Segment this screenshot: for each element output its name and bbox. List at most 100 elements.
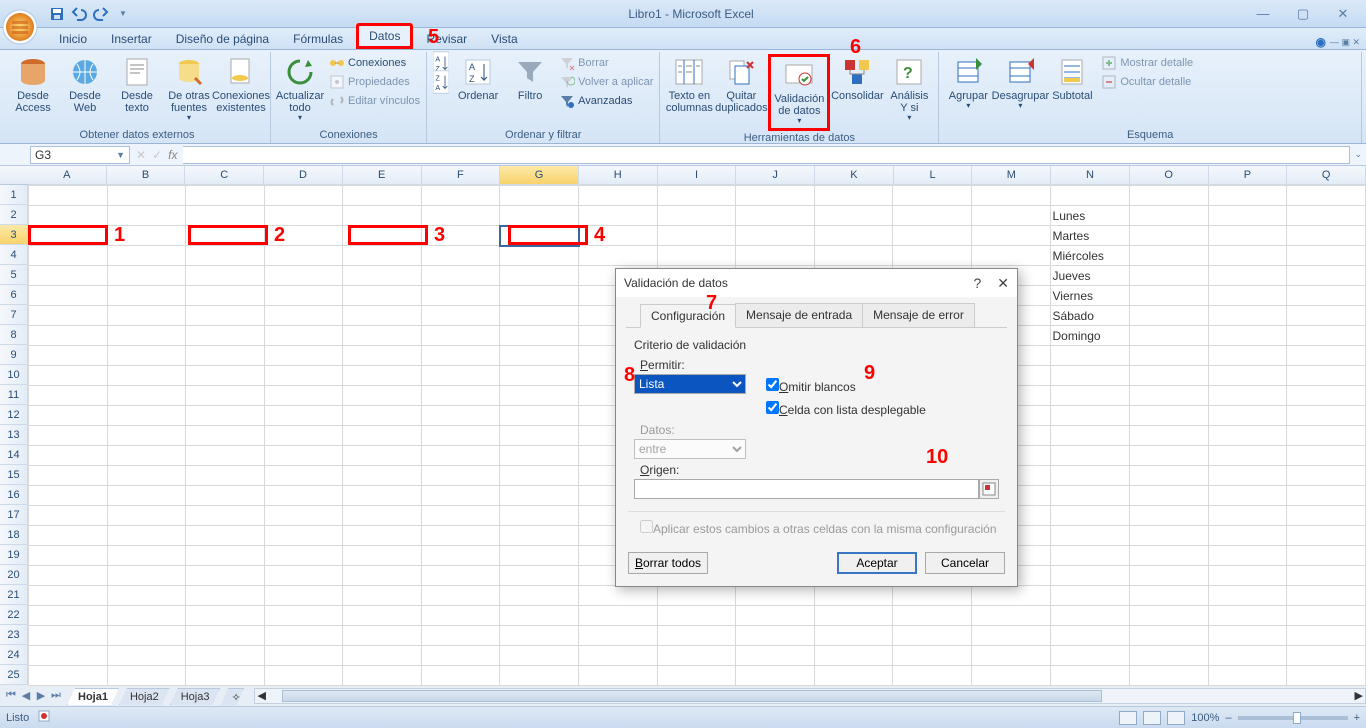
cell-O8[interactable] [1130,326,1209,346]
enter-formula-icon[interactable]: ✓ [152,148,162,162]
cell-Q12[interactable] [1287,406,1366,426]
cell-P9[interactable] [1208,346,1287,366]
tab-revisar[interactable]: Revisar [415,28,478,49]
cell-E9[interactable] [343,346,422,366]
tab-nav-last-icon[interactable]: ⏭ [49,689,63,702]
cell-H3[interactable] [579,226,658,246]
cell-F19[interactable] [421,546,500,566]
ocultar-detalle-button[interactable]: Ocultar detalle [1099,73,1195,91]
cell-Q10[interactable] [1287,366,1366,386]
tab-formulas[interactable]: Fórmulas [282,28,354,49]
dialog-tab-mensaje-entrada[interactable]: Mensaje de entrada [735,303,863,327]
column-header-O[interactable]: O [1130,166,1209,185]
cell-N15[interactable] [1050,466,1130,486]
cell-B21[interactable] [107,586,186,606]
cell-E19[interactable] [343,546,422,566]
cell-J2[interactable] [736,206,815,226]
column-header-B[interactable]: B [107,166,186,185]
mostrar-detalle-button[interactable]: Mostrar detalle [1099,54,1195,72]
tab-nav-first-icon[interactable]: ⏮ [4,689,18,702]
permitir-select[interactable]: Lista [634,374,746,394]
cell-C23[interactable] [186,626,265,646]
cell-A20[interactable] [29,566,108,586]
cell-E17[interactable] [343,506,422,526]
qat-customize-icon[interactable]: ▼ [114,5,132,23]
cell-N17[interactable] [1050,506,1130,526]
cell-D1[interactable] [264,186,343,206]
cell-N16[interactable] [1050,486,1130,506]
row-header-13[interactable]: 13 [0,425,28,445]
cell-N6[interactable]: Viernes [1050,286,1130,306]
cell-N19[interactable] [1050,546,1130,566]
cell-C19[interactable] [186,546,265,566]
cell-O5[interactable] [1130,266,1209,286]
cell-H4[interactable] [579,246,658,266]
cell-F10[interactable] [421,366,500,386]
cell-D5[interactable] [264,266,343,286]
cell-M24[interactable] [971,646,1050,666]
cell-D6[interactable] [264,286,343,306]
cell-P18[interactable] [1208,526,1287,546]
cell-C10[interactable] [186,366,265,386]
cell-G8[interactable] [500,326,579,346]
cell-L21[interactable] [893,586,972,606]
cell-C18[interactable] [186,526,265,546]
cell-O19[interactable] [1130,546,1209,566]
cell-Q4[interactable] [1287,246,1366,266]
row-header-18[interactable]: 18 [0,525,28,545]
cell-F2[interactable] [421,206,500,226]
cell-D19[interactable] [264,546,343,566]
actualizar-todo-button[interactable]: Actualizar todo▾ [275,54,325,125]
cell-G7[interactable] [500,306,579,326]
cell-E22[interactable] [343,606,422,626]
dialog-tab-mensaje-error[interactable]: Mensaje de error [862,303,975,327]
cell-A24[interactable] [29,646,108,666]
cell-I21[interactable] [657,586,736,606]
cell-E4[interactable] [343,246,422,266]
sheet-tab-hoja2[interactable]: Hoja2 [119,688,170,705]
cell-N22[interactable] [1050,606,1130,626]
cell-G13[interactable] [500,426,579,446]
analisis-ysi-button[interactable]: ?Análisis Y si▾ [884,54,934,125]
cell-L22[interactable] [893,606,972,626]
cell-N18[interactable] [1050,526,1130,546]
cell-Q18[interactable] [1287,526,1366,546]
cell-I24[interactable] [657,646,736,666]
column-header-P[interactable]: P [1209,166,1288,185]
column-header-J[interactable]: J [736,166,815,185]
cell-O3[interactable] [1130,226,1209,246]
cell-A7[interactable] [29,306,108,326]
cell-O17[interactable] [1130,506,1209,526]
cell-M2[interactable] [971,206,1050,226]
cell-A17[interactable] [29,506,108,526]
cell-D3[interactable] [264,226,343,246]
cell-K23[interactable] [814,626,893,646]
cell-G24[interactable] [500,646,579,666]
zoom-percent[interactable]: 100% [1191,712,1219,724]
cell-E18[interactable] [343,526,422,546]
zoom-out-button[interactable]: – [1225,712,1231,724]
cell-F6[interactable] [421,286,500,306]
row-header-12[interactable]: 12 [0,405,28,425]
cell-D23[interactable] [264,626,343,646]
row-header-5[interactable]: 5 [0,265,28,285]
cell-N2[interactable]: Lunes [1050,206,1130,226]
cell-E2[interactable] [343,206,422,226]
cell-P14[interactable] [1208,446,1287,466]
cell-B15[interactable] [107,466,186,486]
cell-F8[interactable] [421,326,500,346]
cell-O12[interactable] [1130,406,1209,426]
cell-C24[interactable] [186,646,265,666]
cell-K25[interactable] [814,666,893,686]
desde-access-button[interactable]: Desde Access [8,54,58,116]
row-header-22[interactable]: 22 [0,605,28,625]
cell-B10[interactable] [107,366,186,386]
cell-D9[interactable] [264,346,343,366]
cell-H2[interactable] [579,206,658,226]
cell-E14[interactable] [343,446,422,466]
cell-D16[interactable] [264,486,343,506]
cell-D8[interactable] [264,326,343,346]
fx-icon[interactable]: fx [168,148,177,162]
cell-C9[interactable] [186,346,265,366]
cell-C20[interactable] [186,566,265,586]
